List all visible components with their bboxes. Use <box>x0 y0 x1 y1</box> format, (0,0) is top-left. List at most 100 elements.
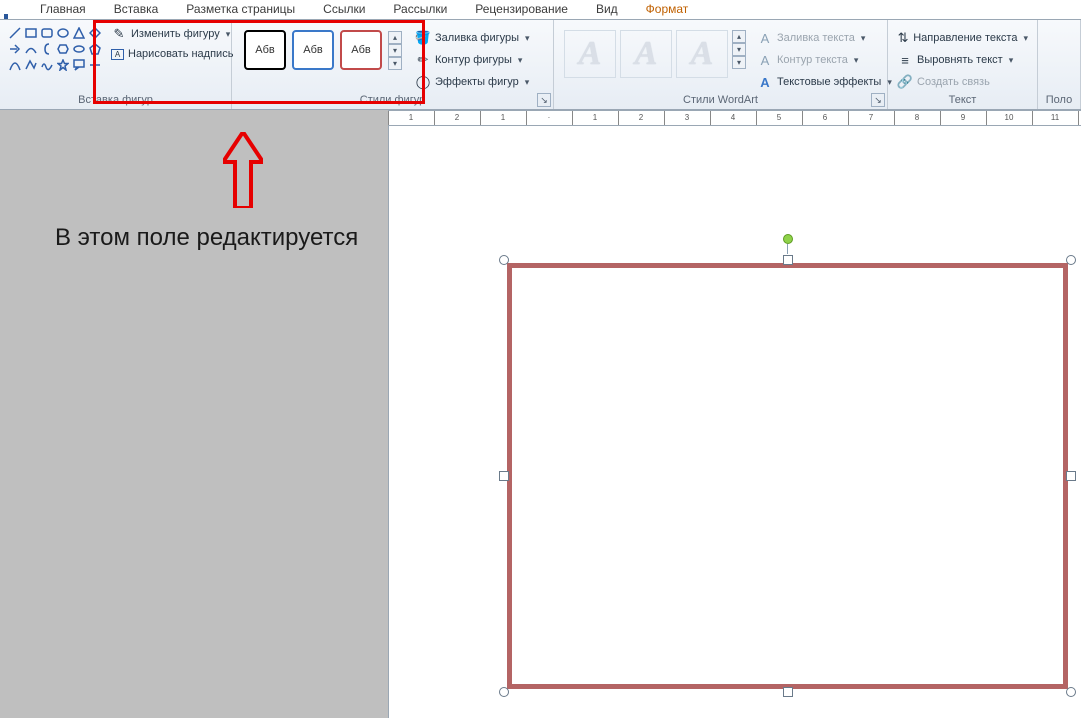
resize-handle-l[interactable] <box>499 471 509 481</box>
text-fill-button[interactable]: A Заливка текста <box>754 28 895 48</box>
group-shape-styles: Абв Абв Абв ▴ ▾ ▾ 🪣 Заливка фигуры ✏ Кон… <box>232 20 554 109</box>
tab-page-layout[interactable]: Разметка страницы <box>172 0 309 19</box>
text-effects-label: Текстовые эффекты <box>777 76 881 88</box>
shape-curve-icon[interactable] <box>8 58 22 72</box>
shape-triangle-icon[interactable] <box>72 26 86 40</box>
resize-handle-bl[interactable] <box>499 687 509 697</box>
shape-body[interactable] <box>507 263 1068 689</box>
direction-icon: ⇅ <box>897 30 909 46</box>
shape-hex-icon[interactable] <box>56 42 70 56</box>
style-thumb-black[interactable]: Абв <box>244 30 286 70</box>
create-link-button[interactable]: 🔗 Создать связь <box>894 72 1031 92</box>
draw-textbox-button[interactable]: A Нарисовать надпись <box>108 46 236 62</box>
shape-brace-icon[interactable] <box>40 42 54 56</box>
shape-pentagon-icon[interactable] <box>88 42 102 56</box>
gallery-up-icon[interactable]: ▴ <box>388 31 402 44</box>
group-position-partial-label: Поло <box>1044 92 1074 109</box>
align-text-label: Выровнять текст <box>917 54 1003 66</box>
edit-shape-label: Изменить фигуру <box>131 28 220 40</box>
style-thumb-blue[interactable]: Абв <box>292 30 334 70</box>
resize-handle-b[interactable] <box>783 687 793 697</box>
shape-star-icon[interactable] <box>56 58 70 72</box>
shape-diamond-icon[interactable] <box>88 26 102 40</box>
rotate-handle[interactable] <box>783 234 793 244</box>
pen-icon: ✏ <box>415 52 431 68</box>
shape-effects-label: Эффекты фигур <box>435 76 519 88</box>
wordart-gallery[interactable]: A A A ▴ ▾ ▾ <box>560 24 750 84</box>
shape-fill-button[interactable]: 🪣 Заливка фигуры <box>412 28 533 48</box>
annotation-text: В этом поле редактируется <box>55 224 358 252</box>
shape-arrow-icon[interactable] <box>8 42 22 56</box>
text-effects-icon: A <box>757 74 773 90</box>
group-text: ⇅ Направление текста ≡ Выровнять текст 🔗… <box>888 20 1038 109</box>
bucket-icon: 🪣 <box>415 30 431 46</box>
wordart-thumb-2[interactable]: A <box>620 30 672 78</box>
shape-style-gallery[interactable]: Абв Абв Абв ▴ ▾ ▾ <box>238 24 408 76</box>
text-effects-button[interactable]: A Текстовые эффекты <box>754 72 895 92</box>
resize-handle-r[interactable] <box>1066 471 1076 481</box>
resize-handle-tr[interactable] <box>1066 255 1076 265</box>
group-text-label: Текст <box>894 92 1031 109</box>
horizontal-ruler[interactable]: 121·123456789101112131415 <box>388 110 1081 126</box>
annotation-arrow-icon <box>223 132 263 208</box>
group-wordart-label: Стили WordArt <box>560 92 881 109</box>
edit-shape-button[interactable]: ✎ Изменить фигуру <box>108 24 236 44</box>
text-direction-button[interactable]: ⇅ Направление текста <box>894 28 1031 48</box>
effects-icon: ◯ <box>415 74 431 90</box>
group-insert-shapes-label: Вставка фигур <box>6 92 225 109</box>
text-fill-icon: A <box>757 30 773 46</box>
wa-more-icon[interactable]: ▾ <box>732 56 746 69</box>
gallery-down-icon[interactable]: ▾ <box>388 44 402 57</box>
resize-handle-tl[interactable] <box>499 255 509 265</box>
style-gallery-scroll[interactable]: ▴ ▾ ▾ <box>388 31 402 70</box>
tab-file[interactable] <box>4 14 26 19</box>
shapes-mini-gallery[interactable] <box>6 24 104 74</box>
shape-effects-button[interactable]: ◯ Эффекты фигур <box>412 72 533 92</box>
ribbon: ✎ Изменить фигуру A Нарисовать надпись В… <box>0 20 1081 110</box>
link-icon: 🔗 <box>897 74 913 90</box>
shape-rect-icon[interactable] <box>24 26 38 40</box>
tab-mailings[interactable]: Рассылки <box>379 0 461 19</box>
shape-callout-icon[interactable] <box>72 58 86 72</box>
wa-down-icon[interactable]: ▾ <box>732 43 746 56</box>
selected-shape[interactable] <box>500 256 1075 696</box>
align-icon: ≡ <box>897 52 913 68</box>
ruler-numbers: 121·123456789101112131415 <box>388 113 1081 122</box>
wa-up-icon[interactable]: ▴ <box>732 30 746 43</box>
shape-styles-dialog-launcher[interactable]: ↘ <box>537 93 551 107</box>
wordart-dialog-launcher[interactable]: ↘ <box>871 93 885 107</box>
draw-textbox-label: Нарисовать надпись <box>128 48 233 60</box>
shape-scribble-icon[interactable] <box>40 58 54 72</box>
wordart-thumb-3[interactable]: A <box>676 30 728 78</box>
tab-format[interactable]: Формат <box>632 0 703 19</box>
group-position-partial: Поло <box>1038 20 1081 109</box>
tab-references[interactable]: Ссылки <box>309 0 379 19</box>
tab-insert[interactable]: Вставка <box>100 0 173 19</box>
shape-plus-icon[interactable] <box>88 58 102 72</box>
shape-freeform-icon[interactable] <box>24 58 38 72</box>
group-shape-styles-label: Стили фигур <box>238 92 547 109</box>
shape-outline-button[interactable]: ✏ Контур фигуры <box>412 50 533 70</box>
shape-connector-icon[interactable] <box>24 42 38 56</box>
wordart-thumb-1[interactable]: A <box>564 30 616 78</box>
tab-home[interactable]: Главная <box>26 0 100 19</box>
text-outline-icon: A <box>757 52 773 68</box>
tab-review[interactable]: Рецензирование <box>461 0 582 19</box>
ribbon-tabs: Главная Вставка Разметка страницы Ссылки… <box>0 0 1081 20</box>
edit-shape-icon: ✎ <box>111 26 127 42</box>
style-thumb-red[interactable]: Абв <box>340 30 382 70</box>
shape-round-rect-icon[interactable] <box>40 26 54 40</box>
text-fill-label: Заливка текста <box>777 32 855 44</box>
align-text-button[interactable]: ≡ Выровнять текст <box>894 50 1031 70</box>
shape-fill-label: Заливка фигуры <box>435 32 519 44</box>
shape-cloud-icon[interactable] <box>72 42 86 56</box>
resize-handle-br[interactable] <box>1066 687 1076 697</box>
shape-line-icon[interactable] <box>8 26 22 40</box>
shape-outline-label: Контур фигуры <box>435 54 512 66</box>
tab-view[interactable]: Вид <box>582 0 632 19</box>
shape-ellipse-icon[interactable] <box>56 26 70 40</box>
gallery-more-icon[interactable]: ▾ <box>388 57 402 70</box>
text-outline-button[interactable]: A Контур текста <box>754 50 895 70</box>
wordart-gallery-scroll[interactable]: ▴ ▾ ▾ <box>732 30 746 78</box>
resize-handle-t[interactable] <box>783 255 793 265</box>
